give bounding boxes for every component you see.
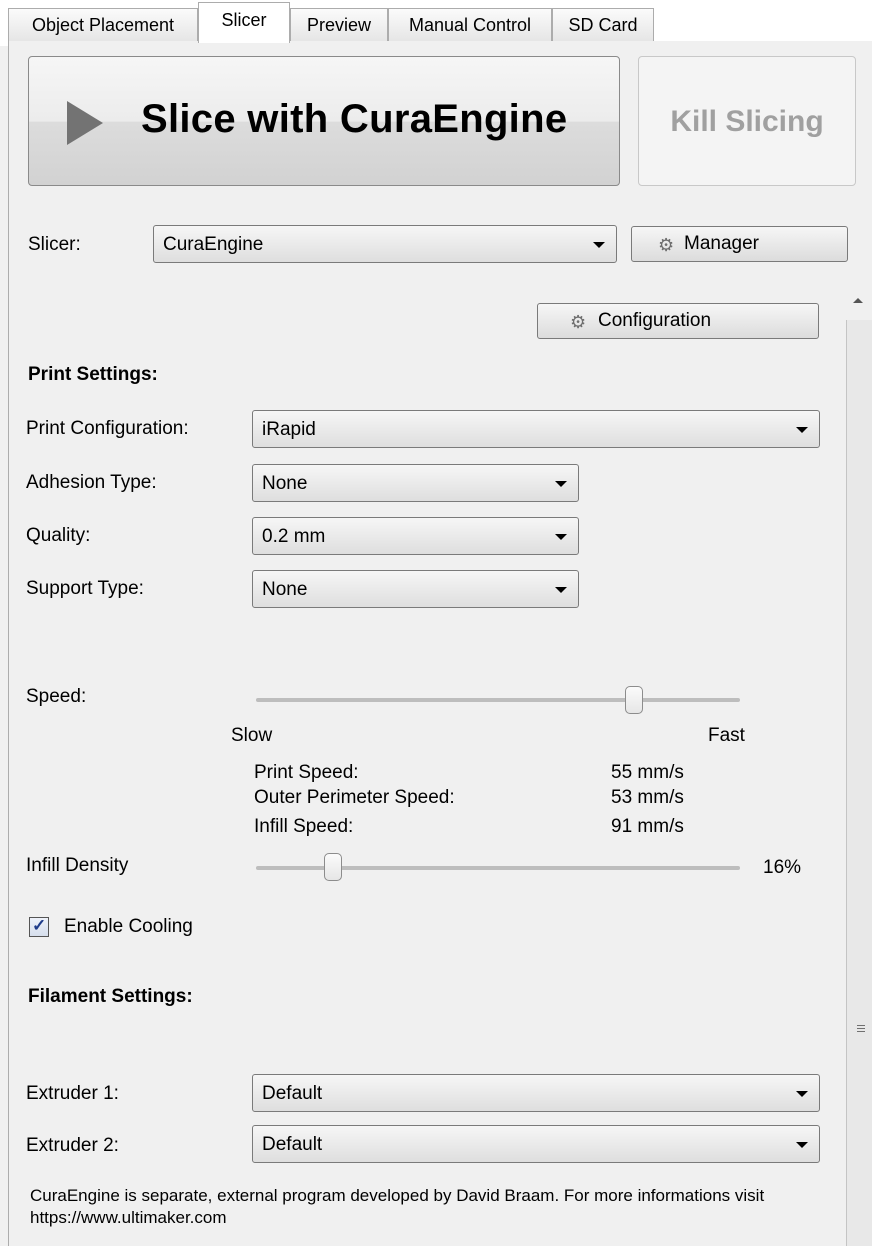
outer-perimeter-speed-value: 53 mm/s xyxy=(611,787,684,808)
quality-select[interactable]: 0.2 mm xyxy=(252,517,579,555)
infill-density-value: 16% xyxy=(763,857,802,878)
slicer-label: Slicer: xyxy=(28,234,81,255)
tab-manual-control[interactable]: Manual Control xyxy=(388,8,552,42)
chevron-down-icon xyxy=(796,1091,808,1097)
tab-strip: Object Placement Slicer Preview Manual C… xyxy=(0,0,872,46)
vertical-scrollbar[interactable] xyxy=(846,282,872,1246)
extruder-2-value: Default xyxy=(262,1134,323,1155)
speed-label: Speed: xyxy=(26,686,87,707)
chevron-down-icon xyxy=(555,481,567,487)
adhesion-type-select[interactable]: None xyxy=(252,464,579,502)
play-icon xyxy=(67,101,103,145)
scrollbar-thumb[interactable] xyxy=(846,320,872,1246)
gear-icon: ⚙ xyxy=(570,312,587,332)
outer-perimeter-speed-label: Outer Perimeter Speed: xyxy=(254,787,455,808)
print-speed-value: 55 mm/s xyxy=(611,762,684,783)
print-settings-heading: Print Settings: xyxy=(28,364,158,385)
chevron-down-icon xyxy=(555,534,567,540)
grip-icon xyxy=(857,1025,865,1034)
speed-slider-thumb[interactable] xyxy=(625,686,643,714)
gears-icon: ⚙ xyxy=(658,235,675,255)
extruder-2-select[interactable]: Default xyxy=(252,1125,820,1163)
infill-slider-thumb[interactable] xyxy=(324,853,342,881)
cura-info-text: CuraEngine is separate, external program… xyxy=(30,1186,765,1227)
print-configuration-label: Print Configuration: xyxy=(26,418,189,439)
support-type-value: None xyxy=(262,579,308,600)
speed-fast-label: Fast xyxy=(708,725,745,746)
chevron-down-icon xyxy=(796,427,808,433)
enable-cooling-label[interactable]: Enable Cooling xyxy=(64,916,193,938)
extruder-2-label: Extruder 2: xyxy=(26,1135,119,1156)
print-speed-label: Print Speed: xyxy=(254,762,359,783)
extruder-1-label: Extruder 1: xyxy=(26,1083,119,1104)
tab-preview[interactable]: Preview xyxy=(290,8,388,42)
slice-button-label: Slice with CuraEngine xyxy=(141,97,568,141)
print-configuration-select[interactable]: iRapid xyxy=(252,410,820,448)
quality-label: Quality: xyxy=(26,525,91,546)
tab-object-placement[interactable]: Object Placement xyxy=(8,8,198,42)
extruder-1-select[interactable]: Default xyxy=(252,1074,820,1112)
scroll-up-arrow-icon[interactable] xyxy=(853,298,863,303)
kill-slicing-button[interactable]: Kill Slicing xyxy=(638,56,856,186)
quality-value: 0.2 mm xyxy=(262,526,326,547)
filament-settings-heading: Filament Settings: xyxy=(28,986,193,1007)
manager-button[interactable]: ⚙ Manager xyxy=(631,226,848,262)
speed-slow-label: Slow xyxy=(231,725,273,746)
slicer-select[interactable]: CuraEngine xyxy=(153,225,617,263)
extruder-1-value: Default xyxy=(262,1083,323,1104)
chevron-down-icon xyxy=(555,587,567,593)
configuration-button[interactable]: ⚙ Configuration xyxy=(537,303,819,339)
slicer-panel xyxy=(8,41,872,1246)
check-icon: ✓ xyxy=(32,916,47,935)
slicer-select-value: CuraEngine xyxy=(163,234,264,255)
infill-speed-value: 91 mm/s xyxy=(611,816,684,837)
chevron-down-icon xyxy=(593,242,605,248)
manager-button-label: Manager xyxy=(684,233,759,254)
chevron-down-icon xyxy=(796,1142,808,1148)
kill-slicing-label: Kill Slicing xyxy=(670,105,824,138)
print-configuration-value: iRapid xyxy=(262,419,316,440)
tab-sd-card[interactable]: SD Card xyxy=(552,8,654,42)
tab-slicer[interactable]: Slicer xyxy=(198,2,290,43)
slice-button[interactable]: Slice with CuraEngine xyxy=(28,56,620,186)
speed-slider-track[interactable] xyxy=(256,698,740,702)
enable-cooling-checkbox[interactable]: ✓ xyxy=(29,916,49,937)
adhesion-type-label: Adhesion Type: xyxy=(26,472,157,493)
adhesion-type-value: None xyxy=(262,473,308,494)
configuration-button-label: Configuration xyxy=(598,310,712,331)
infill-speed-label: Infill Speed: xyxy=(254,816,354,837)
support-type-select[interactable]: None xyxy=(252,570,579,608)
support-type-label: Support Type: xyxy=(26,578,144,599)
infill-density-label: Infill Density xyxy=(26,855,129,876)
